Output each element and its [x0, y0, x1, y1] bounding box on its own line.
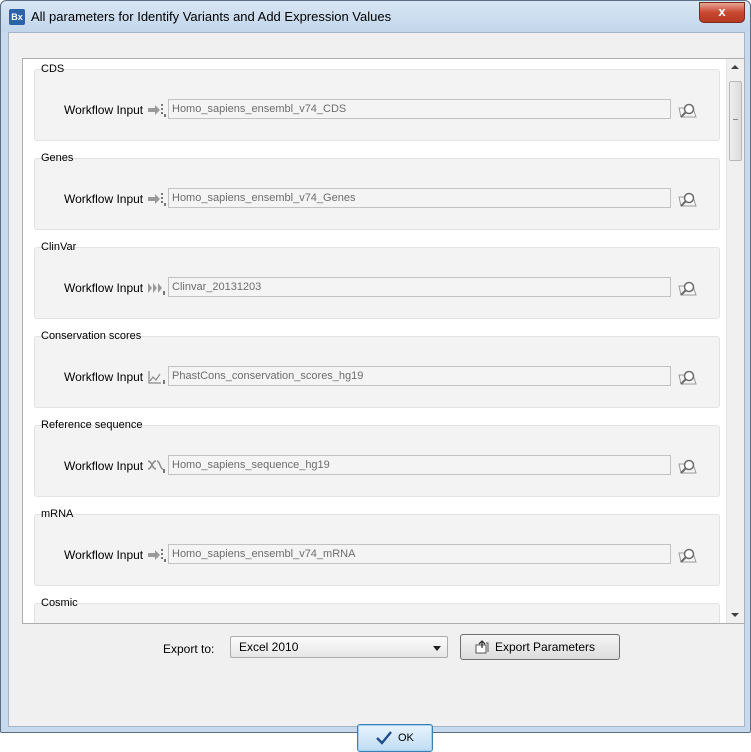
track-icon [148, 193, 166, 206]
group-label: CDS [41, 63, 65, 75]
workflow-input-label: Workflow Input [64, 192, 144, 206]
group-label: ClinVar [41, 241, 77, 253]
window-title: All parameters for Identify Variants and… [31, 9, 392, 24]
scroll-up-arrow-icon[interactable] [731, 65, 739, 69]
variant-track-icon [148, 283, 165, 295]
scrollbar-thumb[interactable] [729, 81, 742, 161]
workflow-input-label: Workflow Input [64, 548, 144, 562]
title-bar[interactable]: Bx All parameters for Identify Variants … [1, 1, 750, 32]
workflow-input-field[interactable]: PhastCons_conservation_scores_hg19 [168, 366, 671, 386]
workflow-input-label: Workflow Input [64, 459, 144, 473]
group-genes: Genes Workflow Input Homo_sapiens_ensemb… [34, 152, 720, 230]
group-frame [34, 603, 720, 623]
track-icon [148, 104, 166, 117]
workflow-input-label: Workflow Input [64, 281, 144, 295]
group-conservation-scores: Conservation scores Workflow Input Phast… [34, 330, 720, 408]
group-label: Genes [41, 152, 74, 164]
workflow-input-field[interactable]: Homo_sapiens_ensembl_v74_mRNA [168, 544, 671, 564]
checkmark-icon [376, 731, 392, 745]
sequence-track-icon [147, 460, 165, 473]
close-button[interactable]: x [699, 2, 745, 23]
export-parameters-label: Export Parameters [495, 640, 596, 654]
parameters-scroll-pane[interactable]: CDS Workflow Input Homo_sapiens_ensembl_… [22, 58, 745, 624]
browse-icon[interactable] [677, 101, 699, 119]
workflow-input-field[interactable]: Homo_sapiens_sequence_hg19 [168, 455, 671, 475]
group-cosmic: Cosmic [34, 597, 720, 623]
workflow-input-field[interactable]: Homo_sapiens_ensembl_v74_CDS [168, 99, 671, 119]
browse-icon[interactable] [677, 546, 699, 564]
ok-label: OK [398, 732, 414, 744]
group-mrna: mRNA Workflow Input Homo_sapiens_ensembl… [34, 508, 720, 586]
group-label: Reference sequence [41, 419, 143, 431]
grip-icon [733, 119, 738, 121]
group-label: Conservation scores [41, 330, 142, 342]
scroll-down-arrow-icon[interactable] [731, 613, 739, 617]
workflow-input-label: Workflow Input [64, 370, 144, 384]
export-format-value: Excel 2010 [239, 640, 299, 654]
browse-icon[interactable] [677, 368, 699, 386]
browse-icon[interactable] [677, 190, 699, 208]
export-to-label: Export to: [163, 642, 215, 656]
workflow-input-field[interactable]: Clinvar_20131203 [168, 277, 671, 297]
vertical-scrollbar[interactable] [726, 59, 744, 623]
browse-icon[interactable] [677, 457, 699, 475]
graph-track-icon [148, 371, 165, 384]
group-label: Cosmic [41, 597, 78, 609]
app-icon: Bx [9, 9, 25, 25]
browse-icon[interactable] [677, 279, 699, 297]
group-label: mRNA [41, 508, 74, 520]
chevron-down-icon [433, 646, 441, 651]
dialog-window: Bx All parameters for Identify Variants … [0, 0, 751, 752]
export-format-select[interactable]: Excel 2010 [230, 636, 448, 658]
track-icon [148, 549, 166, 562]
export-parameters-button[interactable]: Export Parameters [460, 634, 620, 660]
ok-button[interactable]: OK [357, 724, 433, 752]
dialog-content: CDS Workflow Input Homo_sapiens_ensembl_… [8, 32, 745, 752]
export-icon [475, 640, 489, 654]
group-clinvar: ClinVar Workflow Input Clinvar_20131203 [34, 241, 720, 319]
workflow-input-label: Workflow Input [64, 103, 144, 117]
group-cds: CDS Workflow Input Homo_sapiens_ensembl_… [34, 63, 720, 141]
workflow-input-field[interactable]: Homo_sapiens_ensembl_v74_Genes [168, 188, 671, 208]
group-reference-sequence: Reference sequence Workflow Input Homo_s… [34, 419, 720, 497]
